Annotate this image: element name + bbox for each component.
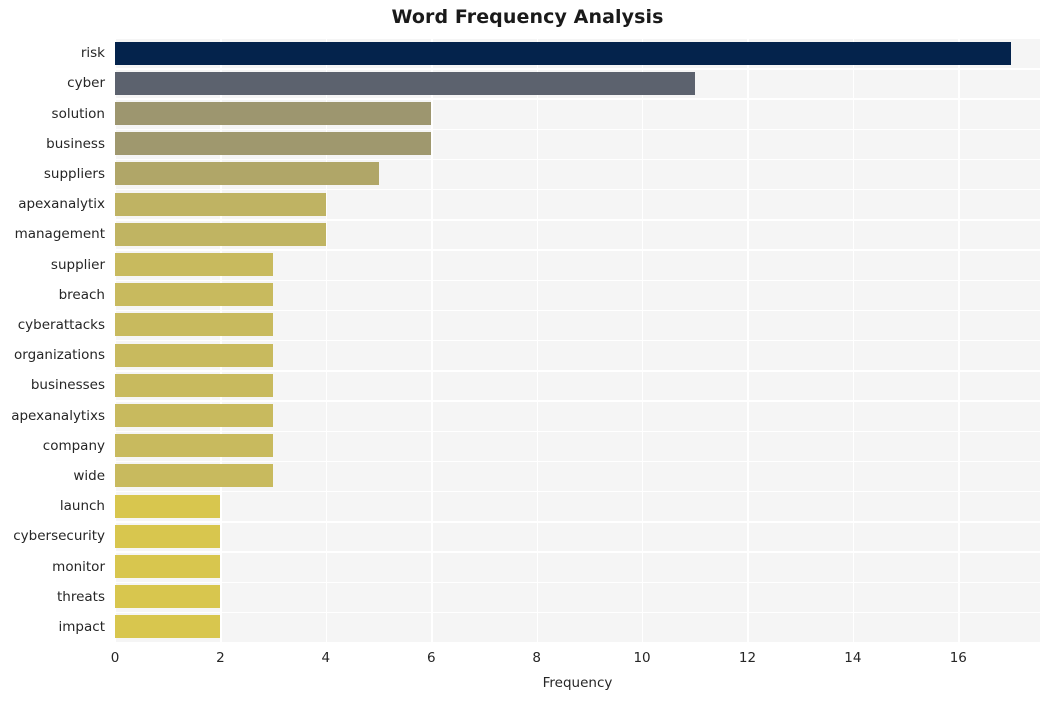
word-frequency-chart: Word Frequency Analysis risk cyber solutio…	[0, 0, 1055, 701]
x-axis-tick-labels: 0 2 4 6 8 10 12 14 16	[0, 650, 1055, 670]
y-axis-tick-label: cyberattacks	[17, 316, 105, 333]
x-axis-tick-label: 8	[532, 650, 541, 666]
x-axis-tick-label: 12	[738, 650, 757, 666]
bar	[115, 162, 379, 186]
x-axis-tick-label: 16	[949, 650, 967, 666]
y-axis-tick-label: management	[14, 226, 105, 243]
bar	[115, 464, 274, 488]
x-axis-tick-label: 2	[216, 650, 225, 666]
y-axis-tick-label: risk	[80, 45, 105, 62]
chart-title: Word Frequency Analysis	[391, 6, 664, 28]
bar	[115, 615, 221, 639]
bar	[115, 524, 221, 548]
y-axis-tick-label: apexanalytixs	[11, 407, 105, 424]
y-axis-tick-label: supplier	[50, 256, 105, 273]
x-axis-tick-label: 14	[844, 650, 862, 666]
y-axis-tick-label: cybersecurity	[13, 528, 105, 545]
x-axis-title: Frequency	[542, 675, 613, 691]
bar	[115, 222, 326, 246]
bar	[115, 41, 1011, 65]
y-axis-tick-label: threats	[56, 588, 105, 605]
y-axis-tick-label: business	[46, 135, 105, 152]
y-axis-tick-label: impact	[58, 618, 105, 635]
bar	[115, 132, 432, 156]
bar	[115, 343, 274, 367]
bars-layer	[115, 38, 1040, 642]
bar	[115, 283, 274, 307]
bar	[115, 555, 221, 578]
y-axis-tick-label: monitor	[52, 558, 105, 575]
bar	[115, 373, 274, 397]
bar	[115, 102, 432, 125]
y-axis-tick-label: company	[42, 437, 105, 454]
y-axis-tick-label: businesses	[30, 377, 105, 394]
y-axis-tick-label: breach	[58, 286, 105, 303]
bar	[115, 434, 274, 458]
x-axis-tick-label: 10	[633, 650, 651, 666]
x-axis-tick-label: 6	[426, 650, 436, 666]
bar	[115, 585, 221, 609]
y-axis-tick-label: suppliers	[43, 165, 105, 182]
x-axis-tick-label: 0	[110, 650, 120, 666]
y-axis-tick-label: apexanalytix	[18, 196, 105, 213]
y-axis-tick-label: launch	[59, 498, 105, 515]
x-axis-tick-label: 4	[321, 650, 331, 666]
bar	[115, 404, 274, 427]
bar	[115, 253, 274, 276]
y-axis-tick-label: organizations	[14, 347, 105, 364]
y-axis-tick-label: cyber	[67, 75, 105, 92]
y-axis-tick-label: solution	[51, 105, 105, 122]
bar	[115, 313, 274, 337]
bar	[115, 494, 221, 518]
bar	[115, 71, 695, 95]
bar	[115, 192, 326, 216]
y-axis-tick-label: wide	[73, 467, 105, 484]
y-axis-labels: risk cyber solution business suppliers apexan…	[0, 38, 105, 642]
